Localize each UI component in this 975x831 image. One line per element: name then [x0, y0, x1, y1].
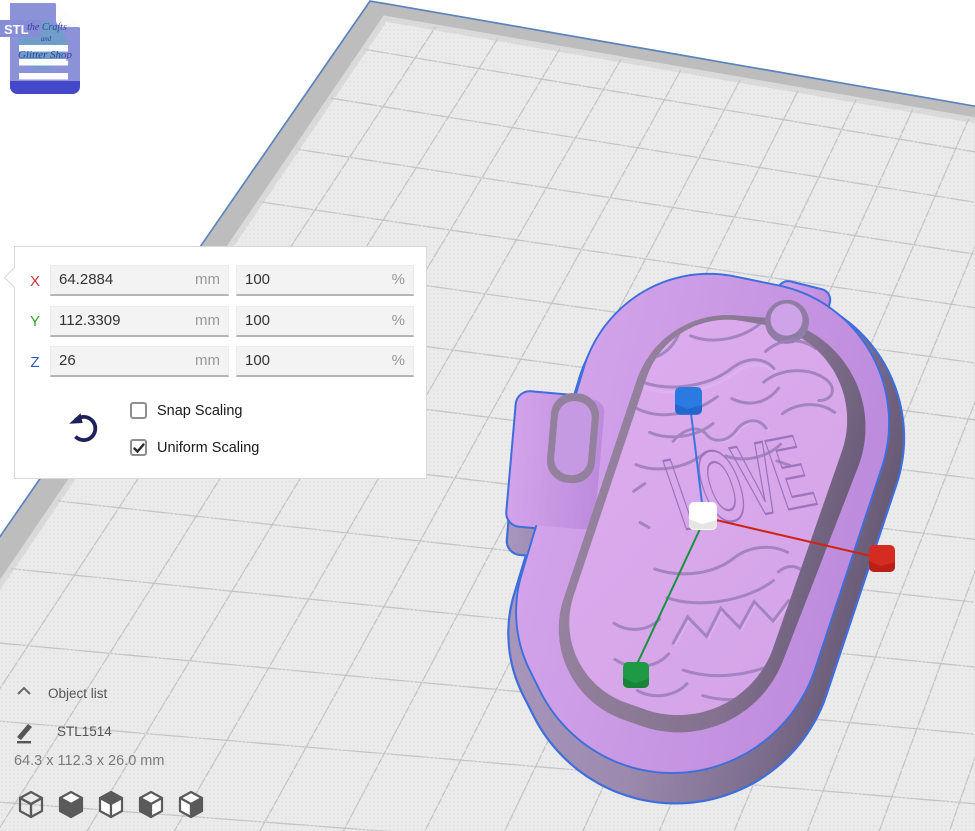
- svg-text:and: and: [41, 35, 52, 43]
- svg-text:the Crafts: the Crafts: [27, 22, 67, 33]
- svg-text:STL: STL: [4, 22, 29, 37]
- svg-text:Glitter Shop: Glitter Shop: [18, 49, 73, 61]
